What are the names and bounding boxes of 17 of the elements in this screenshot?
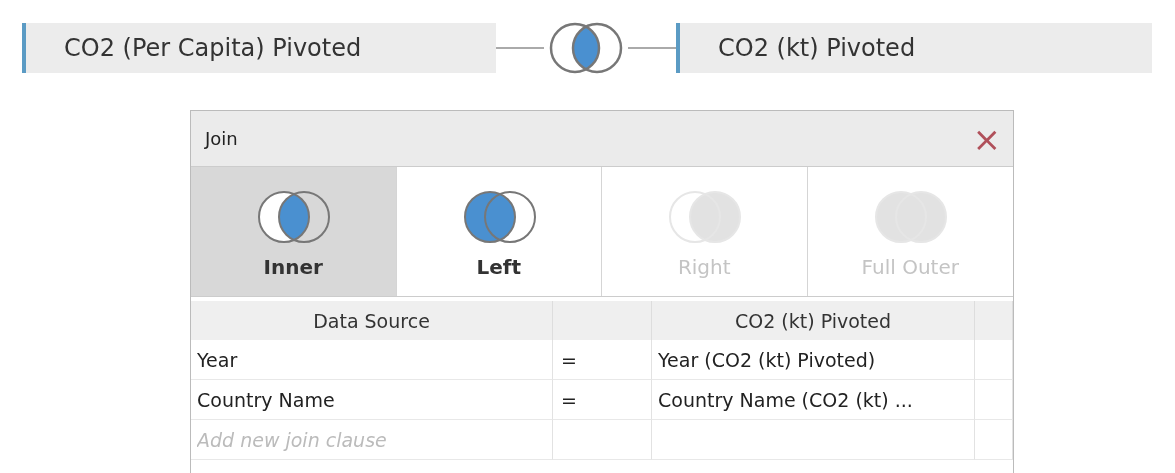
table-cell — [975, 420, 1013, 460]
dialog-title: Join — [205, 128, 238, 149]
table-cell: Year (CO2 (kt) Pivoted) — [652, 340, 975, 380]
column-header: Data Source — [191, 301, 553, 340]
table-cell: = — [553, 340, 652, 380]
table-cell — [975, 340, 1013, 380]
join-type-tab[interactable]: Inner — [191, 167, 397, 296]
table-pill[interactable]: CO2 (Per Capita) Pivoted — [22, 23, 496, 73]
table-cell: = — [553, 380, 652, 420]
table-cell: Year — [191, 340, 553, 380]
table-cell: Country Name (CO2 (kt) ... — [652, 380, 975, 420]
column-header: CO2 (kt) Pivoted — [652, 301, 975, 340]
table-pill[interactable]: CO2 (kt) Pivoted — [676, 23, 1152, 73]
table-cell — [975, 380, 1013, 420]
column-header — [975, 301, 1013, 340]
close-button[interactable]: × — [968, 121, 1005, 156]
table-cell: Country Name — [191, 380, 553, 420]
